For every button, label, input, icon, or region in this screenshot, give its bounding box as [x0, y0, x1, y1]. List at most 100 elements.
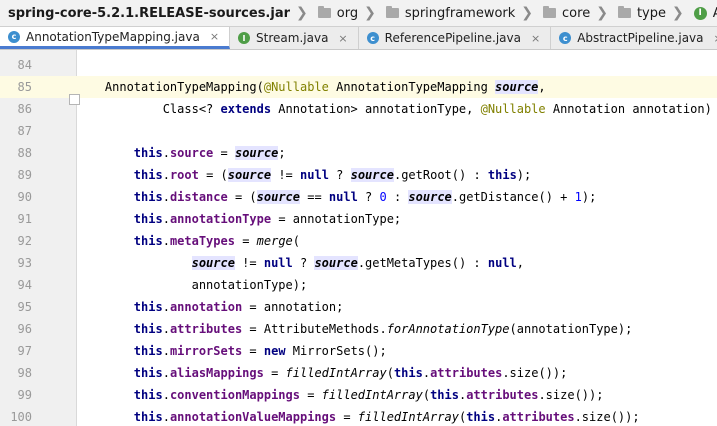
- code-token: ,: [516, 256, 524, 270]
- code-token: (: [386, 366, 394, 380]
- code-token: AnnotationTypeMapping: [328, 80, 496, 94]
- close-icon[interactable]: ×: [531, 32, 540, 45]
- breadcrumb-item[interactable]: spring-core-5.2.1.RELEASE-sources.jar ❯: [0, 0, 312, 26]
- code-token: .getRoot() :: [393, 168, 488, 182]
- code-token: attributes: [169, 322, 243, 336]
- code-line[interactable]: 87: [0, 120, 717, 142]
- code-token: = annotation;: [242, 300, 344, 314]
- code-token: Annotation annotation) {: [545, 102, 717, 116]
- breadcrumb-bar: spring-core-5.2.1.RELEASE-sources.jar ❯ or…: [0, 0, 717, 27]
- breadcrumb-item[interactable]: type ❯: [612, 0, 688, 26]
- code-line[interactable]: 85 AnnotationTypeMapping(@Nullable Annot…: [0, 76, 717, 98]
- code-line[interactable]: 88 this.source = source;: [0, 142, 717, 164]
- code-line[interactable]: 99 this.conventionMappings = filledIntAr…: [0, 384, 717, 406]
- code-token: .: [162, 234, 170, 248]
- code-line[interactable]: 91 this.annotationType = annotationType;: [0, 208, 717, 230]
- code-token: this: [133, 234, 163, 248]
- line-number: 89: [17, 168, 32, 182]
- code-token: filledIntArray: [321, 388, 423, 402]
- editor-tab[interactable]: c AbstractPipeline.java ×: [551, 27, 717, 49]
- code-line[interactable]: 95 this.annotation = annotation;: [0, 296, 717, 318]
- code-line[interactable]: 97 this.mirrorSets = new MirrorSets();: [0, 340, 717, 362]
- code-token: (: [422, 388, 431, 402]
- code-token: source: [191, 256, 235, 270]
- code-token: mirrorSets: [169, 344, 243, 358]
- code-token: !=: [234, 256, 264, 270]
- code-token: this: [133, 212, 163, 226]
- code-token: ?: [292, 256, 315, 270]
- folder-icon: [543, 6, 557, 18]
- code-line[interactable]: 98 this.aliasMappings = filledIntArray(t…: [0, 362, 717, 384]
- code-token: attributes: [430, 366, 503, 380]
- code-line[interactable]: 100 this.annotationValueMappings = fille…: [0, 406, 717, 426]
- code-token: ?: [357, 190, 380, 204]
- code-text: annotationType);: [76, 274, 308, 296]
- code-token: this: [133, 146, 163, 160]
- code-token: = annotationType;: [271, 212, 402, 226]
- code-token: .: [162, 190, 170, 204]
- line-number: 95: [17, 300, 32, 314]
- code-token: .: [162, 410, 170, 424]
- code-token: attributes: [502, 410, 575, 424]
- tab-label: Stream.java: [256, 31, 329, 45]
- code-line[interactable]: 96 this.attributes = AttributeMethods.fo…: [0, 318, 717, 340]
- line-number: 84: [17, 58, 32, 72]
- breadcrumb-item[interactable]: springframework ❯: [380, 0, 537, 26]
- code-token: source: [234, 146, 279, 160]
- fold-marker-icon[interactable]: [69, 94, 80, 105]
- code-token: extends: [220, 102, 272, 116]
- code-token: filledIntArray: [285, 366, 387, 380]
- code-token: );: [581, 190, 597, 204]
- code-editor[interactable]: 84 85 AnnotationTypeMapping(@Nullable Ann…: [0, 50, 717, 426]
- breadcrumb-label: org: [336, 5, 359, 21]
- code-token: ,: [538, 80, 546, 94]
- breadcrumb-item[interactable]: core ❯: [537, 0, 612, 26]
- line-number: 97: [17, 344, 32, 358]
- class-icon: c: [8, 30, 20, 43]
- code-line[interactable]: 89 this.root = (source != null ? source.…: [0, 164, 717, 186]
- chevron-right-icon: ❯: [296, 5, 308, 21]
- code-token: source: [227, 168, 272, 182]
- line-number: 92: [17, 234, 32, 248]
- code-line[interactable]: 92 this.metaTypes = merge(: [0, 230, 717, 252]
- code-token: =: [263, 366, 286, 380]
- close-icon[interactable]: ×: [338, 32, 347, 45]
- breadcrumb-item[interactable]: I AnnotatedTypeMetadata: [688, 0, 717, 26]
- code-token: =: [242, 344, 264, 358]
- code-line[interactable]: 86 Class<? extends Annotation> annotatio…: [0, 98, 717, 120]
- line-number: 96: [17, 322, 32, 336]
- code-token: source: [350, 168, 394, 182]
- code-token: @Nullable: [263, 80, 329, 94]
- code-token: .: [162, 322, 170, 336]
- code-token: = (: [198, 168, 228, 182]
- code-token: MirrorSets();: [285, 344, 387, 358]
- code-text: this.root = (source != null ? source.get…: [76, 164, 531, 186]
- code-line[interactable]: 93 source != null ? source.getMetaTypes(…: [0, 252, 717, 274]
- code-token: .: [162, 300, 170, 314]
- code-token: forAnnotationType: [386, 322, 510, 336]
- code-token: conventionMappings: [169, 388, 300, 402]
- code-token: :: [386, 190, 409, 204]
- code-token: source: [495, 80, 539, 94]
- code-token: this: [133, 300, 163, 314]
- code-token: null: [328, 190, 358, 204]
- code-line[interactable]: 90 this.distance = (source == null ? 0 :…: [0, 186, 717, 208]
- code-line[interactable]: 94 annotationType);: [0, 274, 717, 296]
- code-line[interactable]: 84: [0, 54, 717, 76]
- close-icon[interactable]: ×: [714, 32, 717, 45]
- folder-icon: [385, 6, 399, 18]
- code-token: =: [234, 234, 257, 248]
- breadcrumb-item[interactable]: org ❯: [312, 0, 380, 26]
- editor-tab[interactable]: I Stream.java ×: [230, 27, 359, 49]
- editor-tab[interactable]: c ReferencePipeline.java ×: [359, 27, 552, 49]
- code-token: annotationType);: [76, 278, 308, 292]
- chevron-right-icon: ❯: [671, 5, 684, 21]
- code-text: this.distance = (source == null ? 0 : so…: [76, 186, 596, 208]
- editor-tab[interactable]: c AnnotationTypeMapping.java ×: [0, 27, 231, 49]
- breadcrumb-label: AnnotatedTypeMetadata: [713, 6, 717, 21]
- close-icon[interactable]: ×: [210, 30, 219, 43]
- code-token: filledIntArray: [357, 410, 459, 424]
- code-token: .size());: [538, 388, 604, 402]
